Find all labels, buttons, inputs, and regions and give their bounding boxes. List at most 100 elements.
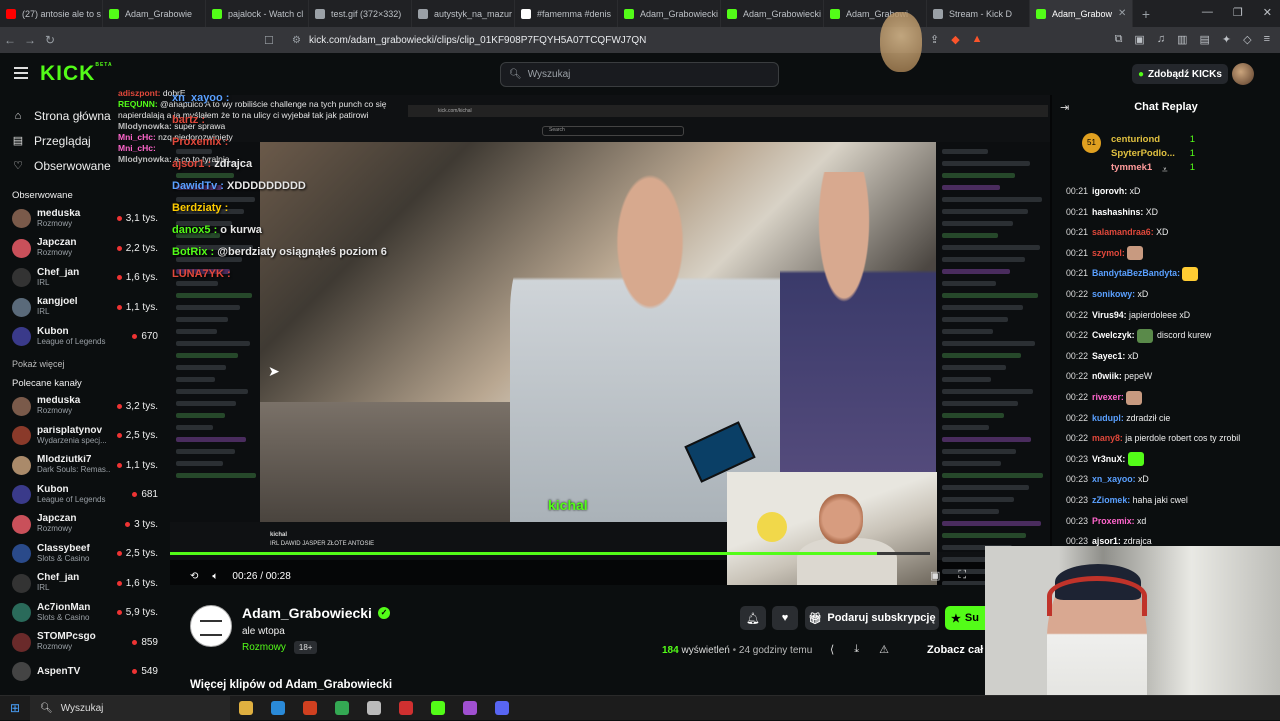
wallet-icon[interactable]: ▤ [1199, 33, 1209, 46]
get-kicks-button[interactable]: ● Zdobądź KICKs [1132, 64, 1228, 84]
channel-item[interactable]: meduska Rozmowy 3,1 tys. [0, 204, 170, 234]
browser-tab[interactable]: #famemma #denis [515, 0, 618, 27]
chat-user[interactable]: many8: [1092, 433, 1125, 443]
share-clip-icon[interactable]: ⟨ [830, 643, 834, 656]
windows-start-icon[interactable]: ⊞ [0, 701, 30, 715]
download-icon[interactable]: ⤓ [854, 643, 859, 656]
back-icon[interactable]: ← [0, 33, 20, 47]
chat-user[interactable]: szymol: [1092, 248, 1127, 258]
taskbar-app-icon[interactable] [326, 696, 358, 721]
taskbar-app-icon[interactable] [454, 696, 486, 721]
chat-user[interactable]: salamandraa6: [1092, 227, 1156, 237]
chat-user[interactable]: hashashins: [1092, 207, 1146, 217]
chat-user[interactable]: sonikowy: [1092, 289, 1137, 299]
browser-tab[interactable]: pajalock - Watch cl [206, 0, 309, 27]
chat-user[interactable]: ajsor1: [1092, 536, 1123, 546]
chat-scroll-icon[interactable]: ⩡ [1162, 165, 1168, 176]
chat-user[interactable]: n0wiik: [1092, 371, 1124, 381]
pip-icon[interactable]: ▣ [930, 569, 940, 582]
channel-item[interactable]: kangjoel IRL 1,1 tys. [0, 293, 170, 323]
site-info-icon[interactable]: ⚙ [292, 35, 301, 46]
browser-tab[interactable]: autystyk_na_mazur [412, 0, 515, 27]
channel-name[interactable]: Adam_Grabowiecki ✓ [242, 605, 390, 621]
taskbar-search[interactable]: 🔍︎ Wyszukaj [30, 695, 230, 721]
notification-bell-button[interactable]: 🔔︎ [740, 606, 766, 630]
chat-user[interactable]: Cwelczyk: [1092, 330, 1137, 340]
channel-item[interactable]: Kubon League of Legends 670 [0, 322, 170, 352]
minimize-icon[interactable]: — [1202, 6, 1213, 19]
channel-item[interactable]: meduska Rozmowy 3,2 tys. [0, 392, 170, 422]
channel-item[interactable]: parisplatynov Wydarzenia specj... 2,5 tys. [0, 421, 170, 451]
taskbar-app-icon[interactable] [390, 696, 422, 721]
extensions-icon[interactable]: ⧉ [1115, 33, 1123, 46]
chat-time: 00:23 [1066, 536, 1089, 547]
browser-tab[interactable]: (27) antosie ale to s [0, 0, 103, 27]
channel-item[interactable]: Chef_jan IRL 1,6 tys. [0, 569, 170, 599]
brave-shield-icon[interactable]: ◆ [951, 33, 959, 46]
subscribe-button[interactable]: ★ Su [945, 606, 985, 630]
browser-tab[interactable]: Stream - Kick D [927, 0, 1030, 27]
channel-item[interactable]: Mlodziutki7 Dark Souls: Remas... 1,1 tys. [0, 451, 170, 481]
chat-user[interactable]: Vr3nuX: [1092, 454, 1128, 464]
browser-tab[interactable]: Adam_Grabowie [103, 0, 206, 27]
progress-bar[interactable] [170, 552, 930, 555]
taskbar-app-icon[interactable] [486, 696, 518, 721]
show-more-link[interactable]: Pokaż więcej [0, 352, 170, 376]
see-all-button[interactable]: Zobacz cał [927, 644, 983, 656]
channel-item[interactable]: Japczan Rozmowy 2,2 tys. [0, 234, 170, 264]
channel-avatar[interactable] [190, 605, 232, 647]
channel-item[interactable]: STOMPcsgo Rozmowy 859 [0, 628, 170, 658]
new-tab-icon[interactable]: + [1133, 6, 1159, 22]
chat-user[interactable]: rivexer: [1092, 392, 1126, 402]
taskbar-app-icon[interactable] [230, 696, 262, 721]
channel-item[interactable]: Chef_jan IRL 1,6 tys. [0, 263, 170, 293]
share-icon[interactable]: ⇪ [930, 33, 939, 46]
forward-icon[interactable]: → [20, 33, 40, 47]
chat-user[interactable]: Proxemix: [1092, 516, 1137, 526]
music-icon[interactable]: ♫ [1157, 33, 1165, 46]
user-avatar[interactable] [1232, 63, 1254, 85]
close-window-icon[interactable]: ✕ [1263, 6, 1272, 19]
channel-item[interactable]: AspenTV 549 [0, 657, 170, 687]
reload-icon[interactable]: ↻ [40, 33, 60, 47]
chat-user[interactable]: Sayec1: [1092, 351, 1128, 361]
taskbar-app-icon[interactable] [422, 696, 454, 721]
menu-toggle-icon[interactable] [14, 67, 28, 79]
category-link[interactable]: Rozmowy [242, 642, 286, 653]
channel-item[interactable]: Japczan Rozmowy 3 tys. [0, 510, 170, 540]
vpn-icon[interactable]: ◇ [1243, 33, 1251, 46]
channel-item[interactable]: Kubon League of Legends 681 [0, 480, 170, 510]
chat-user[interactable]: kudupl: [1092, 413, 1126, 423]
kick-logo[interactable]: KICKBETA [40, 62, 113, 86]
channel-item[interactable]: Ac7ionMan Slots & Casino 5,9 tys. [0, 598, 170, 628]
fullscreen-icon[interactable]: ⛶ [958, 569, 966, 582]
replay-icon[interactable]: ⟲ [190, 571, 198, 582]
bookmark-icon[interactable]: ☐ [264, 34, 278, 47]
menu-icon[interactable]: ≡ [1264, 33, 1270, 46]
browser-tab[interactable]: Adam_Grabowiecki [618, 0, 721, 27]
chat-user[interactable]: zZiomek: [1092, 495, 1133, 505]
taskbar-app-icon[interactable] [358, 696, 390, 721]
browser-tab[interactable]: test.gif (372×332) [309, 0, 412, 27]
taskbar-app-icon[interactable] [294, 696, 326, 721]
gift-subscription-button[interactable]: 🎁︎ Podaruj subskrypcję [805, 606, 939, 630]
taskbar-app-icon[interactable] [262, 696, 294, 721]
chat-user[interactable]: Virus94: [1092, 310, 1129, 320]
channel-item[interactable]: Classybeef Slots & Casino 2,5 tys. [0, 539, 170, 569]
maximize-icon[interactable]: ❐ [1233, 6, 1243, 19]
search-input[interactable]: 🔍︎ Wyszukaj [500, 62, 779, 87]
rewards-icon[interactable]: ▲ [972, 33, 983, 46]
chat-user[interactable]: igorovh: [1092, 186, 1130, 196]
sidebar-toggle-icon[interactable]: ▥ [1177, 33, 1187, 46]
screenshot-icon[interactable]: ▣ [1134, 33, 1144, 46]
browser-tab[interactable]: Adam_Grabow ✕ [1030, 0, 1133, 27]
address-bar[interactable]: ☐ ⚙ kick.com/adam_grabowiecki/clips/clip… [264, 30, 984, 50]
close-tab-icon[interactable]: ✕ [1118, 8, 1126, 19]
report-icon[interactable]: ⚠ [879, 643, 889, 656]
favorite-button[interactable]: ♥ [772, 606, 798, 630]
leo-icon[interactable]: ✦ [1222, 33, 1231, 46]
chat-user[interactable]: xn_xayoo: [1092, 474, 1138, 484]
browser-tab[interactable]: Adam_Grabowiecki [721, 0, 824, 27]
volume-icon[interactable]: 🔈︎ [212, 571, 218, 582]
chat-user[interactable]: BandytaBezBandyta: [1092, 268, 1182, 278]
